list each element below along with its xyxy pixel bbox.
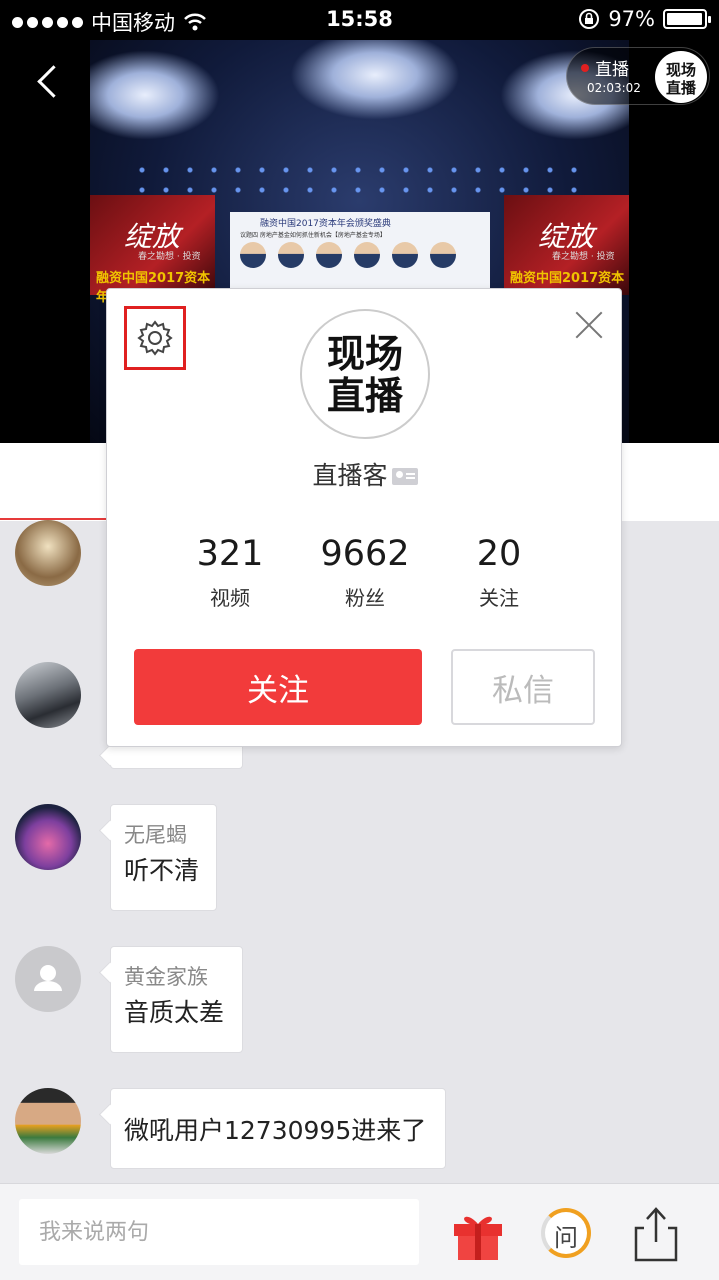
- speaker-photos: [240, 242, 456, 268]
- share-icon[interactable]: [630, 1204, 682, 1264]
- stat-label: 粉丝: [345, 586, 385, 610]
- live-label: 直播: [595, 60, 629, 80]
- profile-logo: 现场 直播: [327, 332, 404, 418]
- stat-label: 视频: [210, 586, 250, 610]
- profile-name-row: 直播客: [107, 456, 623, 492]
- profile-card: 现场 直播 直播客 321 视频 9662 粉丝 20 关注 关注 私信: [106, 288, 622, 747]
- ask-label: 问: [554, 1224, 578, 1252]
- event-banner-left: 绽放 春之勘想 · 投资 融资中国2017资本年会: [90, 195, 215, 305]
- svg-text:直播: 直播: [327, 374, 404, 418]
- lock-rotation-icon: [579, 9, 600, 29]
- stat-value: 9662: [320, 534, 410, 574]
- chat-username: 黄金家族: [124, 965, 208, 989]
- battery-percent: 97%: [608, 7, 655, 31]
- ask-question-button[interactable]: 问: [541, 1208, 591, 1258]
- screen-title: 融资中国2017资本年会颁奖盛典: [260, 219, 391, 229]
- chandelier-left: [90, 50, 220, 140]
- user-avatar[interactable]: [15, 1088, 81, 1154]
- bottom-bar: 问: [0, 1183, 719, 1280]
- screen-subtitle: 议题四 房地产基金如何抓住新机会【房地产基金专场】: [240, 232, 386, 239]
- svg-text:现场: 现场: [327, 332, 403, 376]
- default-avatar-icon[interactable]: [15, 946, 81, 1012]
- settings-button[interactable]: [124, 306, 186, 370]
- follow-button[interactable]: 关注: [134, 649, 422, 725]
- profile-avatar: 现场 直播: [300, 309, 430, 439]
- battery-icon: [663, 9, 711, 29]
- chat-message: 音质太差: [124, 998, 225, 1027]
- chat-bubble: 微吼用户12730995进来了: [110, 1088, 446, 1169]
- host-logo: 现场 直播: [666, 61, 697, 97]
- comment-input[interactable]: [19, 1199, 419, 1265]
- stat-value: 20: [476, 534, 522, 574]
- live-dot-icon: [581, 64, 589, 72]
- live-status-pill[interactable]: 直播 02:03:02 现场 直播: [566, 47, 710, 105]
- user-avatar[interactable]: [15, 804, 81, 870]
- stat-videos[interactable]: 321 视频: [160, 534, 300, 611]
- status-bar: 中国移动 15:58 97%: [0, 0, 719, 40]
- settings-gear-icon: [137, 320, 173, 356]
- user-avatar[interactable]: [15, 662, 81, 728]
- status-right: 97%: [578, 7, 711, 31]
- stat-label: 关注: [479, 586, 519, 610]
- stage-lights: [130, 160, 589, 200]
- private-message-button[interactable]: 私信: [451, 649, 595, 725]
- stat-value: 321: [196, 534, 264, 574]
- event-banner-right: 绽放 春之勘想 · 投资 融资中国2017资本年会: [504, 195, 629, 305]
- host-avatar[interactable]: 现场 直播: [655, 51, 707, 103]
- stat-following[interactable]: 20 关注: [429, 534, 569, 611]
- id-card-icon: [391, 468, 418, 485]
- stage-screen: 融资中国2017资本年会颁奖盛典 议题四 房地产基金如何抓住新机会【房地产基金专…: [230, 212, 490, 294]
- chat-bubble: 无尾蝎 听不清: [110, 804, 217, 911]
- chandelier-center: [290, 40, 460, 120]
- svg-text:现场: 现场: [666, 61, 696, 79]
- chat-username: 无尾蝎: [124, 823, 187, 847]
- gift-icon[interactable]: [450, 1206, 506, 1262]
- stat-fans[interactable]: 9662 粉丝: [295, 534, 435, 611]
- live-duration: 02:03:02: [587, 81, 641, 95]
- svg-text:直播: 直播: [666, 79, 697, 97]
- user-avatar[interactable]: [15, 520, 81, 586]
- profile-name: 直播客: [312, 461, 388, 490]
- chat-bubble: 黄金家族 音质太差: [110, 946, 243, 1053]
- banner-sub-text: 春之勘想 · 投资: [138, 252, 201, 262]
- chat-message: 听不清: [124, 856, 200, 885]
- chat-message: 微吼用户12730995进来了: [124, 1116, 427, 1145]
- banner-sub-text: 春之勘想 · 投资: [552, 252, 615, 262]
- close-button[interactable]: [575, 311, 603, 339]
- back-button[interactable]: [30, 62, 66, 102]
